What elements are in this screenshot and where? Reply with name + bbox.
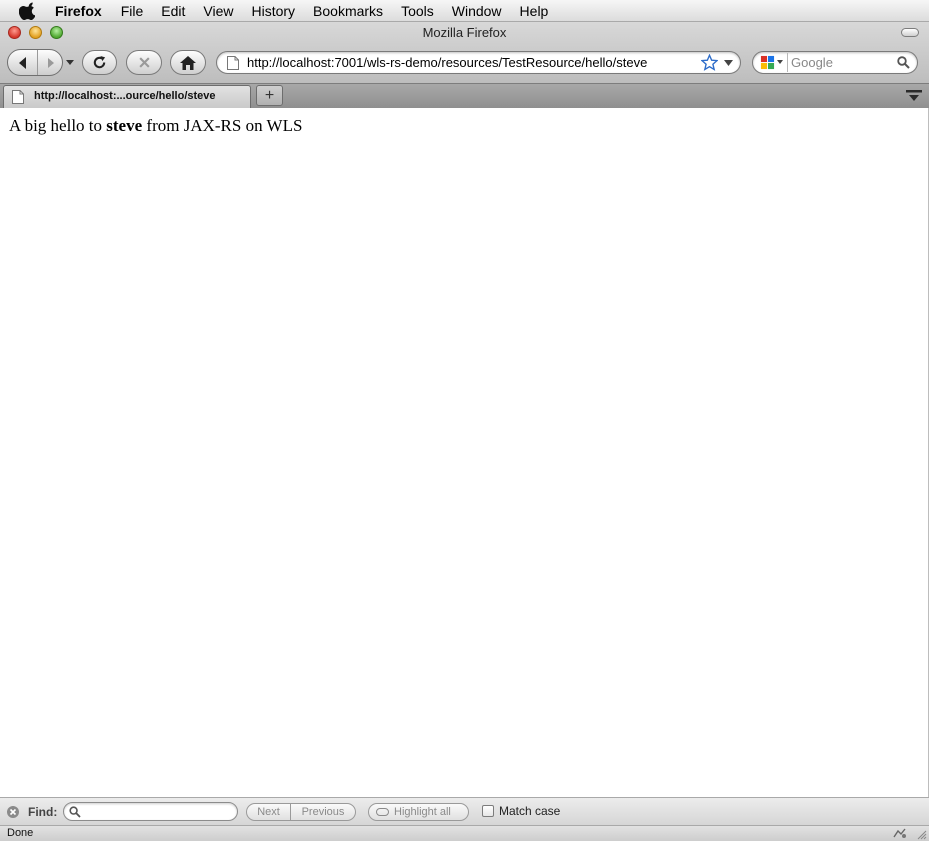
find-close-button[interactable] [7,806,19,818]
hello-prefix: A big hello to [9,116,107,135]
find-label: Find: [28,805,58,819]
menu-tools[interactable]: Tools [392,0,443,22]
menu-bookmarks[interactable]: Bookmarks [304,0,392,22]
list-all-tabs-icon [906,90,922,101]
home-button[interactable] [170,50,206,75]
forward-arrow-icon [48,57,54,68]
match-case-label: Match case [499,804,561,818]
menu-app-firefox[interactable]: Firefox [51,0,112,22]
menu-view[interactable]: View [194,0,242,22]
apple-icon[interactable] [17,2,37,20]
toolbar-toggle-button[interactable] [901,28,919,37]
reload-button[interactable] [82,50,117,75]
plugin-status-icon[interactable] [893,828,907,839]
hello-message: A big hello to steve from JAX-RS on WLS [9,116,302,136]
search-icon[interactable] [897,56,910,69]
status-bar: Done [0,825,929,841]
title-bar: Mozilla Firefox [0,22,929,44]
tab-list-button[interactable] [903,86,925,106]
url-text[interactable]: http://localhost:7001/wls-rs-demo/resour… [247,55,647,70]
hello-name: steve [106,116,143,135]
search-engine-button[interactable] [756,53,788,72]
google-icon [760,55,775,70]
window-chrome: Mozilla Firefox http://localhost:7001/wl… [0,22,929,109]
match-case-checkbox[interactable] [482,805,494,817]
page-icon [12,90,24,104]
tab-strip: http://localhost:...ource/hello/steve + [0,83,929,109]
engine-dropdown-icon [777,60,783,64]
find-nav-group: Next Previous [246,803,356,821]
find-bar: Find: Next Previous Highlight all Match … [0,797,929,825]
find-input[interactable] [84,804,232,819]
page-content: A big hello to steve from JAX-RS on WLS [0,108,929,797]
close-icon [9,808,17,816]
tab-label: http://localhost:...ource/hello/steve [34,90,216,102]
back-arrow-icon [18,56,26,69]
window-title: Mozilla Firefox [422,25,507,40]
resize-grip-icon[interactable] [915,828,927,840]
search-bar[interactable] [752,51,918,74]
bookmark-star-icon[interactable] [701,54,718,71]
history-dropdown-icon[interactable] [66,60,74,66]
menu-help[interactable]: Help [511,0,558,22]
back-forward-group [7,49,63,76]
menu-file[interactable]: File [112,0,153,22]
menu-bar: Firefox File Edit View History Bookmarks… [0,0,929,22]
stop-button[interactable] [126,50,162,75]
search-input[interactable] [791,53,891,72]
menu-window[interactable]: Window [443,0,511,22]
search-icon [69,806,81,818]
match-case-option[interactable]: Match case [482,804,560,818]
new-tab-button[interactable]: + [256,85,283,106]
menu-history[interactable]: History [242,0,304,22]
tab-hello-steve[interactable]: http://localhost:...ource/hello/steve [3,85,251,109]
home-icon [180,55,196,70]
forward-button[interactable] [38,50,62,75]
url-dropdown-icon[interactable] [724,60,733,67]
stop-icon [138,57,150,68]
status-text: Done [7,827,34,839]
find-next-button[interactable]: Next [247,804,291,820]
find-field[interactable] [63,802,238,821]
page-icon [227,56,239,70]
back-button[interactable] [8,50,38,75]
find-previous-button[interactable]: Previous [291,804,355,820]
url-bar[interactable]: http://localhost:7001/wls-rs-demo/resour… [216,51,741,74]
highlight-all-label: Highlight all [394,806,451,818]
highlight-icon [376,808,389,816]
hello-suffix: from JAX-RS on WLS [142,116,303,135]
highlight-all-button[interactable]: Highlight all [368,803,469,821]
menu-edit[interactable]: Edit [152,0,194,22]
reload-icon [93,55,106,69]
